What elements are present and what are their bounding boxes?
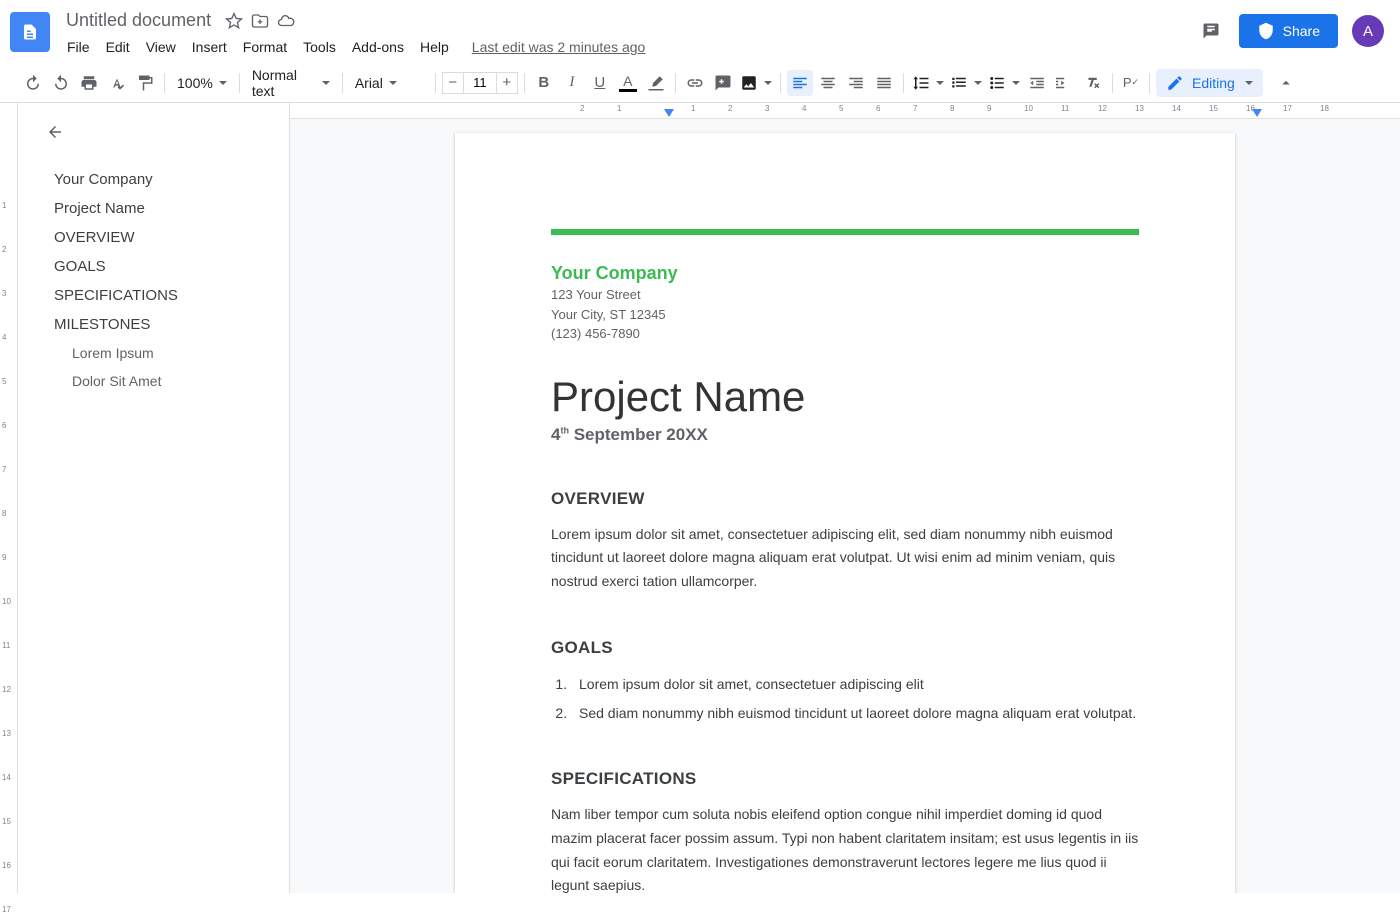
document-canvas[interactable]: 21123456789101112131415161718 Your Compa…: [290, 103, 1400, 893]
editing-label: Editing: [1192, 75, 1235, 91]
separator: [164, 73, 165, 93]
separator: [1112, 73, 1113, 93]
menu-edit[interactable]: Edit: [99, 35, 137, 59]
editing-mode-select[interactable]: Editing: [1156, 69, 1263, 97]
address-line[interactable]: 123 Your Street: [551, 286, 1139, 304]
outline-item[interactable]: Lorem Ipsum: [26, 339, 285, 367]
align-justify-icon[interactable]: [871, 70, 897, 96]
menu-bar: File Edit View Insert Format Tools Add-o…: [60, 35, 1197, 59]
page[interactable]: Your Company 123 Your Street Your City, …: [455, 133, 1235, 893]
cloud-icon[interactable]: [277, 12, 295, 30]
outline-item[interactable]: SPECIFICATIONS: [26, 281, 285, 310]
outline-item[interactable]: Project Name: [26, 194, 285, 223]
insert-image-select[interactable]: [738, 72, 774, 94]
separator: [1149, 73, 1150, 93]
section-overview-heading[interactable]: OVERVIEW: [551, 489, 1139, 509]
paragraph-style-select[interactable]: Normal text: [246, 65, 336, 101]
outline-panel: Your CompanyProject NameOVERVIEWGOALSSPE…: [18, 103, 290, 893]
bulleted-list-select[interactable]: [986, 72, 1022, 94]
font-select[interactable]: Arial: [349, 73, 429, 93]
line-spacing-select[interactable]: [910, 72, 946, 94]
align-right-icon[interactable]: [843, 70, 869, 96]
outline-item[interactable]: MILESTONES: [26, 310, 285, 339]
undo-icon[interactable]: [20, 70, 46, 96]
checklist-select[interactable]: [948, 72, 984, 94]
share-label: Share: [1283, 23, 1320, 39]
highlight-icon[interactable]: [643, 70, 669, 96]
company-heading[interactable]: Your Company: [551, 263, 1139, 284]
overview-body[interactable]: Lorem ipsum dolor sit amet, consectetuer…: [551, 523, 1139, 594]
move-icon[interactable]: [251, 12, 269, 30]
project-title[interactable]: Project Name: [551, 373, 1139, 421]
separator: [780, 73, 781, 93]
outline-item[interactable]: GOALS: [26, 252, 285, 281]
decrease-font-button[interactable]: −: [442, 72, 464, 94]
print-icon[interactable]: [76, 70, 102, 96]
font-size-input[interactable]: [464, 72, 496, 94]
separator: [239, 73, 240, 93]
doc-title-input[interactable]: Untitled document: [60, 8, 217, 33]
decrease-indent-icon[interactable]: [1024, 70, 1050, 96]
specs-body[interactable]: Nam liber tempor cum soluta nobis eleife…: [551, 803, 1139, 893]
separator: [675, 73, 676, 93]
align-left-icon[interactable]: [787, 70, 813, 96]
address-line[interactable]: (123) 456-7890: [551, 325, 1139, 343]
comments-icon[interactable]: [1197, 17, 1225, 45]
personal-dict-icon[interactable]: P✓: [1119, 70, 1143, 96]
menu-file[interactable]: File: [60, 35, 97, 59]
toolbar: 100% Normal text Arial − + B I U A P✓ Ed…: [0, 63, 1400, 103]
header-color-bar: [551, 229, 1139, 235]
address-line[interactable]: Your City, ST 12345: [551, 306, 1139, 324]
spellcheck-icon[interactable]: [104, 70, 130, 96]
list-item[interactable]: Sed diam nonummy nibh euismod tincidunt …: [571, 701, 1139, 726]
goals-list[interactable]: Lorem ipsum dolor sit amet, consectetuer…: [551, 672, 1139, 725]
outline-item[interactable]: OVERVIEW: [26, 223, 285, 252]
section-specs-heading[interactable]: SPECIFICATIONS: [551, 769, 1139, 789]
last-edit-link[interactable]: Last edit was 2 minutes ago: [472, 39, 646, 55]
list-item[interactable]: Lorem ipsum dolor sit amet, consectetuer…: [571, 672, 1139, 697]
menu-insert[interactable]: Insert: [185, 35, 234, 59]
separator: [435, 73, 436, 93]
separator: [524, 73, 525, 93]
menu-help[interactable]: Help: [413, 35, 456, 59]
increase-font-button[interactable]: +: [496, 72, 518, 94]
vertical-ruler: 1234567891011121314151617: [0, 103, 18, 893]
separator: [342, 73, 343, 93]
outline-back-icon[interactable]: [42, 119, 68, 145]
menu-addons[interactable]: Add-ons: [345, 35, 411, 59]
zoom-select[interactable]: 100%: [171, 73, 233, 93]
underline-icon[interactable]: U: [587, 70, 613, 96]
align-center-icon[interactable]: [815, 70, 841, 96]
increase-indent-icon[interactable]: [1052, 70, 1078, 96]
redo-icon[interactable]: [48, 70, 74, 96]
italic-icon[interactable]: I: [559, 70, 585, 96]
project-date[interactable]: 4th September 20XX: [551, 425, 1139, 445]
docs-logo[interactable]: [10, 12, 50, 52]
text-color-icon[interactable]: A: [615, 70, 641, 96]
outline-item[interactable]: Your Company: [26, 165, 285, 194]
outline-item[interactable]: Dolor Sit Amet: [26, 367, 285, 395]
paint-format-icon[interactable]: [132, 70, 158, 96]
separator: [903, 73, 904, 93]
share-button[interactable]: Share: [1239, 14, 1338, 48]
horizontal-ruler: 21123456789101112131415161718: [290, 103, 1400, 119]
section-goals-heading[interactable]: GOALS: [551, 638, 1139, 658]
menu-tools[interactable]: Tools: [296, 35, 343, 59]
insert-link-icon[interactable]: [682, 70, 708, 96]
add-comment-icon[interactable]: [710, 70, 736, 96]
clear-format-icon[interactable]: [1080, 70, 1106, 96]
collapse-toolbar-icon[interactable]: [1273, 70, 1299, 96]
bold-icon[interactable]: B: [531, 70, 557, 96]
left-indent-marker[interactable]: [664, 109, 682, 127]
menu-format[interactable]: Format: [236, 35, 294, 59]
star-icon[interactable]: [225, 12, 243, 30]
menu-view[interactable]: View: [139, 35, 183, 59]
account-avatar[interactable]: A: [1352, 15, 1384, 47]
